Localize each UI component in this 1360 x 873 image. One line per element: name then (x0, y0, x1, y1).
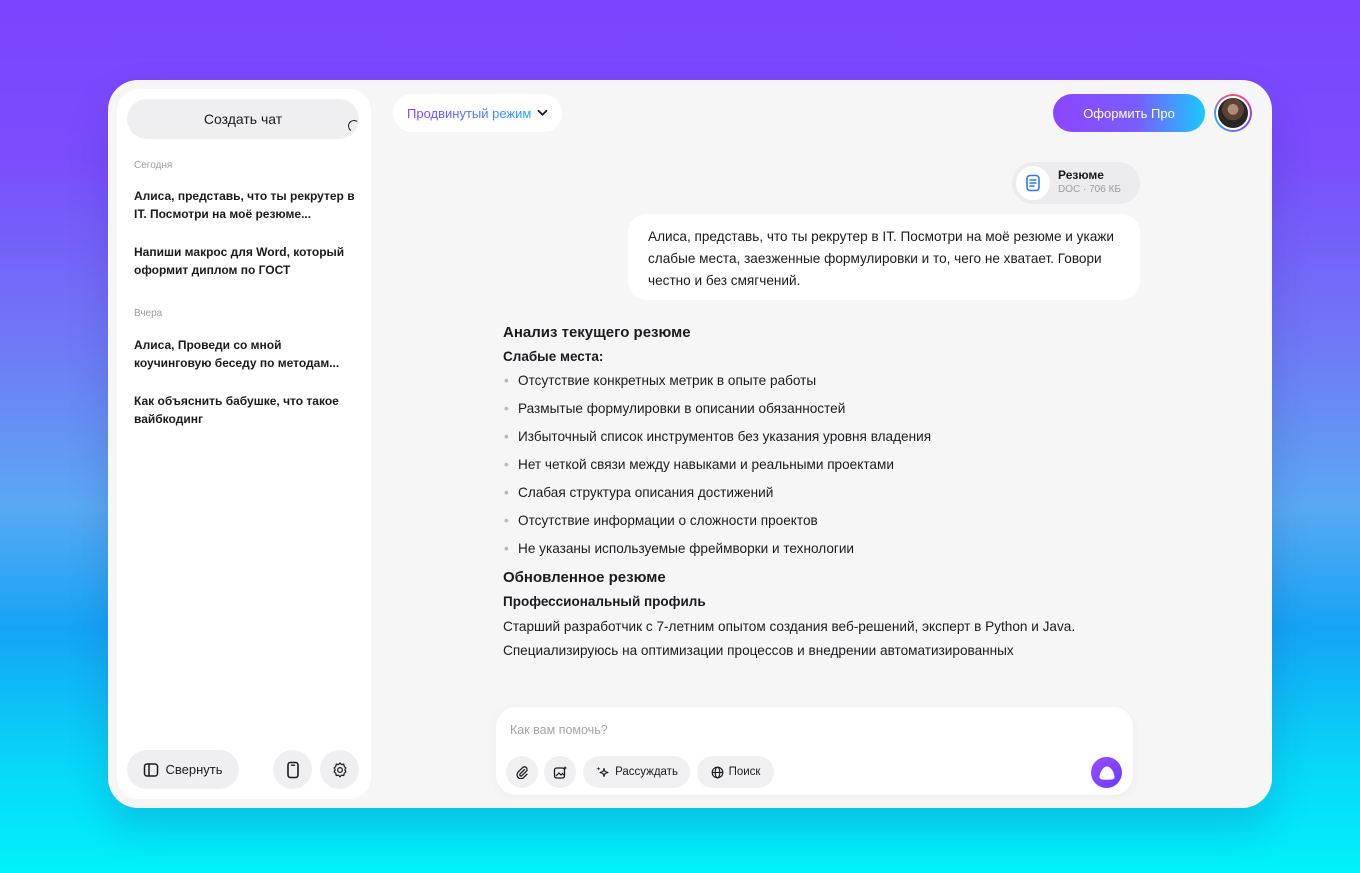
app-window: Создать чат Сегодня Алиса, представь, чт… (108, 80, 1272, 808)
scroll-fade (488, 670, 1148, 710)
chat-item[interactable]: Напиши макрос для Word, который оформит … (134, 243, 356, 279)
sparkle-icon (596, 766, 609, 777)
phone-icon (286, 761, 299, 778)
paperclip-icon (516, 766, 528, 779)
search-button[interactable]: Поиск (697, 756, 774, 788)
list-item: Не указаны используемые фреймворки и тех… (503, 538, 933, 559)
answer-subheading: Слабые места: (503, 349, 604, 364)
mode-selector[interactable]: Продвинутый режим (393, 94, 563, 132)
reason-button[interactable]: Рассуждать (583, 756, 690, 788)
collapse-label: Свернуть (165, 762, 223, 777)
mobile-app-button[interactable] (273, 750, 312, 789)
document-icon (1016, 166, 1050, 200)
group-label-yesterday: Вчера (134, 308, 163, 319)
list-item: Размытые формулировки в описании обязанн… (503, 398, 933, 419)
answer-subheading: Профессиональный профиль (503, 594, 706, 609)
answer-paragraph: Старший разработчик с 7-летним опытом со… (503, 619, 1076, 658)
search-label: Поиск (728, 766, 761, 778)
subscribe-pro-button[interactable]: Оформить Про (1053, 94, 1205, 132)
attachment-meta: DOC · 706 КБ (1058, 184, 1121, 195)
group-label-today: Сегодня (134, 160, 173, 171)
reason-label: Рассуждать (615, 766, 678, 778)
collapse-sidebar-button[interactable]: Свернуть (127, 750, 239, 789)
gear-icon (332, 761, 347, 777)
image-generate-button[interactable] (544, 756, 576, 788)
chevron-down-icon (537, 109, 548, 116)
user-message: Алиса, представь, что ты рекрутер в IT. … (628, 214, 1140, 300)
list-item: Слабая структура описания достижений (503, 482, 933, 503)
answer-heading: Обновленное резюме (503, 569, 666, 586)
list-item: Отсутствие информации о сложности проект… (503, 510, 933, 531)
answer-heading: Анализ текущего резюме (503, 324, 691, 341)
attachment-name: Резюме (1058, 168, 1104, 182)
create-chat-button[interactable]: Создать чат (127, 99, 359, 139)
alice-send-icon (1099, 766, 1114, 780)
weakness-list: Отсутствие конкретных метрик в опыте раб… (503, 370, 1113, 559)
composer: Рассуждать Поиск (496, 707, 1133, 795)
settings-button[interactable] (320, 750, 359, 789)
chat-item[interactable]: Как объяснить бабушке, что такое вайбкод… (134, 392, 356, 428)
image-sparkle-icon (553, 765, 567, 779)
avatar[interactable] (1214, 94, 1252, 132)
list-item: Отсутствие конкретных метрик в опыте раб… (503, 370, 933, 391)
list-item: Избыточный список инструментов без указа… (503, 426, 933, 447)
send-button[interactable] (1091, 757, 1122, 788)
globe-icon (711, 766, 723, 778)
attachment-chip[interactable]: Резюме DOC · 706 КБ (1012, 162, 1140, 204)
list-item: Нет четкой связи между навыками и реальн… (503, 454, 983, 475)
assistant-answer: Анализ текущего резюме Слабые места: Отс… (503, 324, 1113, 663)
mode-label: Продвинутый режим (407, 105, 532, 121)
message-input[interactable] (510, 719, 1090, 741)
sidebar: Создать чат Сегодня Алиса, представь, чт… (117, 89, 371, 799)
chat-item[interactable]: Алиса, представь, что ты рекрутер в IT. … (134, 187, 356, 223)
sidebar-panel-icon (144, 762, 159, 777)
chat-item[interactable]: Алиса, Проведи со мной коучинговую бесед… (134, 336, 356, 372)
attach-button[interactable] (506, 756, 538, 788)
